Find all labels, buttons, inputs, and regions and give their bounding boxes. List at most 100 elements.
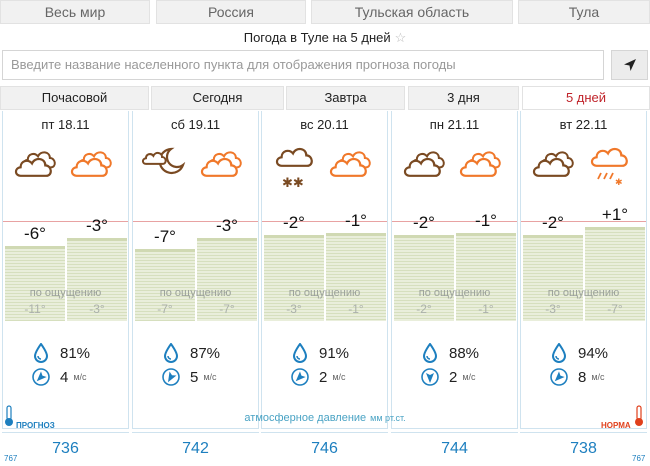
wind: 2 м/с (420, 367, 476, 387)
night-feels-like: -3° (286, 302, 302, 316)
temperature-chart: -2° -1° по ощущению -2° -1° (392, 211, 517, 321)
humidity-drop-icon (290, 343, 310, 363)
wind-direction-icon (31, 367, 51, 387)
day-date: пн 21.11 (429, 117, 480, 132)
pressure-value: 738 (520, 432, 647, 466)
cloudy-night-icon (529, 143, 579, 187)
day-temperature: -1° (475, 210, 497, 230)
day-temperature: -3° (86, 216, 108, 235)
day-column: сб 19.11 -7° -3° по ощущению -7° -7° 87% 5 м/с (132, 111, 259, 429)
wind-unit: м/с (73, 372, 87, 382)
page-title: Погода в Туле на 5 дней ☆ (0, 30, 650, 46)
search-input[interactable]: Введите название населенного пункта для … (2, 50, 604, 80)
night-temperature: -6° (24, 224, 46, 244)
humidity-drop-icon (549, 343, 569, 363)
svg-text:✱: ✱ (615, 178, 623, 188)
day-column: вт 22.11 ✱ -2° +1° по ощущению -3° -7° 94% 8 м/с (520, 111, 647, 429)
day-temperature: -3° (216, 216, 238, 235)
night-feels-like: -7° (157, 302, 173, 316)
pressure-value: 742 (132, 432, 259, 466)
tab-3-days[interactable]: 3 дня (408, 86, 519, 110)
humidity-value: 88% (449, 344, 480, 362)
pressure-values: 736 742 746 744 738 767 767 (0, 432, 650, 466)
cloudy-day-icon (67, 143, 117, 187)
tab-tula[interactable]: Тула (518, 0, 650, 24)
wind-speed: 8 (578, 368, 587, 386)
day-column: пт 18.11 -6° -3° по ощущению -11° -3° 81% 4 м/с (2, 111, 129, 429)
region-tabs: Весь мир Россия Тульская область Тула (0, 0, 650, 24)
humidity: 81% (31, 343, 90, 363)
day-date: сб 19.11 (170, 117, 221, 132)
day-column: вс 20.11 ✱✱ -2° -1° по ощущению -3° -1° 91% 2 м/… (261, 111, 388, 429)
humidity-value: 91% (319, 344, 350, 362)
night-temperature: -2° (542, 213, 564, 233)
feels-like-label: по ощущению (159, 287, 232, 299)
feels-like-label: по ощущению (29, 287, 102, 299)
tab-world[interactable]: Весь мир (0, 0, 150, 24)
wind-direction-icon (290, 367, 310, 387)
location-arrow-icon (623, 59, 636, 71)
cloudy-day-icon (456, 143, 506, 187)
day-feels-like: -7° (607, 302, 623, 316)
cloudy-day-icon (326, 143, 376, 187)
humidity-value: 87% (190, 344, 221, 362)
wind-unit: м/с (591, 372, 605, 382)
sleet-day-icon: ✱ (585, 143, 635, 188)
tab-tomorrow[interactable]: Завтра (286, 86, 405, 110)
wind-speed: 2 (449, 368, 458, 386)
wind-unit: м/с (332, 372, 346, 382)
page-title-text: Погода в Туле на 5 дней (243, 30, 391, 45)
night-feels-like: -2° (416, 302, 432, 316)
wind-unit: м/с (462, 372, 476, 382)
temperature-chart: -2° -1° по ощущению -3° -1° (262, 211, 387, 321)
feels-like-label: по ощущению (547, 287, 620, 299)
humidity-drop-icon (420, 343, 440, 363)
humidity-drop-icon (161, 343, 181, 363)
humidity: 94% (549, 343, 608, 363)
humidity: 88% (420, 343, 479, 363)
period-tabs: Почасовой Сегодня Завтра 3 дня 5 дней (0, 86, 650, 110)
day-column: пн 21.11 -2° -1° по ощущению -2° -1° 88% 2 м/с (391, 111, 518, 429)
tab-today[interactable]: Сегодня (151, 86, 284, 110)
pressure-value: 736 (2, 432, 129, 466)
night-feels-like: -11° (24, 302, 46, 316)
wind-speed: 5 (190, 368, 199, 386)
day-feels-like: -3° (89, 302, 105, 316)
day-temperature: -1° (345, 210, 367, 230)
thermometer-norm-icon (635, 405, 643, 426)
svg-text:✱✱: ✱✱ (282, 176, 304, 191)
locate-button[interactable] (611, 50, 648, 80)
wind-speed: 4 (60, 368, 69, 386)
day-date: пт 18.11 (41, 117, 90, 132)
night-temperature: -7° (154, 227, 176, 246)
tab-hourly[interactable]: Почасовой (0, 86, 149, 110)
legend-norm: НОРМА (601, 421, 631, 430)
humidity-value: 81% (60, 344, 91, 362)
night-temperature: -2° (283, 213, 305, 233)
partly-cloudy-night-icon (141, 143, 191, 187)
tab-russia[interactable]: Россия (156, 0, 306, 24)
pressure-value: 746 (261, 432, 388, 466)
pressure-scale-left: 767 (4, 454, 18, 463)
temperature-chart: -6° -3° по ощущению -11° -3° (3, 211, 128, 321)
humidity-drop-icon (31, 343, 51, 363)
feels-like-label: по ощущению (288, 287, 361, 299)
wind-direction-icon (161, 367, 181, 387)
tab-5-days[interactable]: 5 дней (522, 86, 650, 110)
day-feels-like: -7° (219, 302, 235, 316)
tab-tula-region[interactable]: Тульская область (311, 0, 513, 24)
wind: 8 м/с (549, 367, 605, 387)
temperature-chart: -7° -3° по ощущению -7° -7° (133, 211, 258, 321)
favorite-star-icon[interactable]: ☆ (395, 30, 407, 45)
wind: 2 м/с (290, 367, 346, 387)
pressure-value: 744 (391, 432, 518, 466)
wind: 4 м/с (31, 367, 87, 387)
humidity: 91% (290, 343, 349, 363)
cloudy-day-icon (197, 143, 247, 187)
day-feels-like: -1° (478, 302, 494, 316)
wind-unit: м/с (203, 372, 217, 382)
pressure-label: атмосферное давление мм рт.ст. (0, 412, 650, 424)
day-date: вт 22.11 (559, 117, 608, 132)
feels-like-label: по ощущению (418, 287, 491, 299)
wind-speed: 2 (319, 368, 328, 386)
